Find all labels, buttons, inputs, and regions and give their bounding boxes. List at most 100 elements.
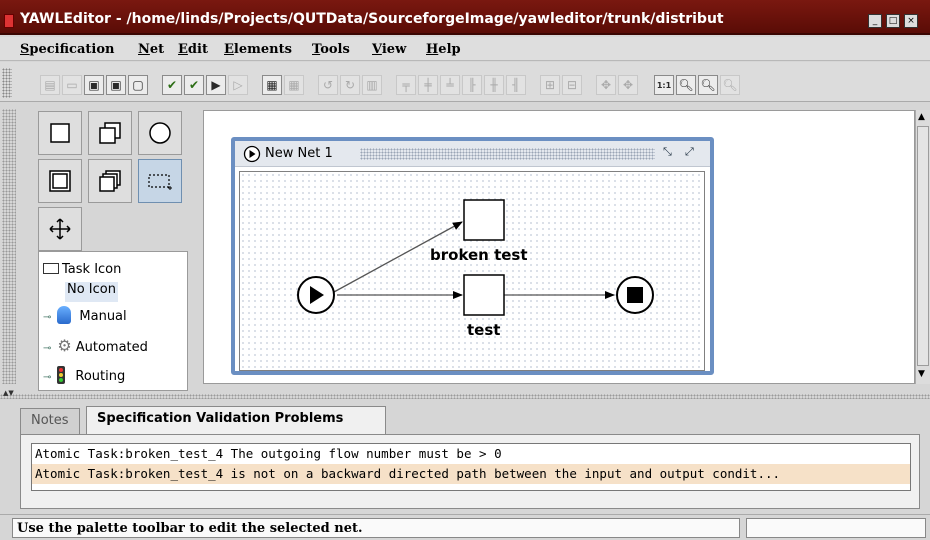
- tab-validation-problems[interactable]: Specification Validation Problems: [86, 406, 386, 434]
- composite-task-tool[interactable]: [88, 111, 132, 155]
- divider-grip: [0, 394, 930, 399]
- tree-item-label: Routing: [75, 369, 126, 384]
- net-graph-area[interactable]: broken test test: [239, 171, 705, 371]
- tree-handle-icon: ⊸: [43, 372, 52, 383]
- tree-handle-icon: ⊸: [43, 343, 52, 354]
- menu-help[interactable]: Help: [426, 42, 461, 57]
- problem-row[interactable]: Atomic Task:broken_test_4 The outgoing f…: [32, 444, 910, 464]
- redo-icon[interactable]: ↻: [340, 75, 360, 95]
- toolbar: ▤ ▭ ▣ ▣ ▢ ✔ ✔ ▶ ▷ ▦ ▦ ↺ ↻ ▥ ╤ ╪ ╧ ╟ ╫ ╢ …: [0, 62, 930, 102]
- task-label-test: test: [467, 321, 501, 339]
- menu-elements[interactable]: Elements: [224, 42, 292, 57]
- increase-size-icon[interactable]: ⊞: [540, 75, 560, 95]
- multiple-composite-task-tool[interactable]: [88, 159, 132, 203]
- task-icon-tree[interactable]: Task Icon No Icon ⊸ Manual ⊸ ⚙ Automated ⊸ R…: [38, 251, 188, 391]
- menu-net[interactable]: Net: [138, 42, 164, 57]
- folder-icon: [43, 263, 59, 274]
- atomic-task-tool[interactable]: [38, 111, 82, 155]
- tree-item-no-icon[interactable]: No Icon: [65, 282, 118, 302]
- problem-list[interactable]: Atomic Task:broken_test_4 The outgoing f…: [31, 443, 911, 491]
- yawl-editor-window: YAWLEditor - /home/linds/Projects/QUTDat…: [0, 0, 930, 540]
- tree-item-label: Automated: [75, 340, 148, 355]
- export-icon[interactable]: ▶: [206, 75, 226, 95]
- undo-icon[interactable]: ↺: [318, 75, 338, 95]
- status-secondary: [746, 518, 926, 538]
- net-title: New Net 1: [265, 146, 333, 161]
- toolbar-grip[interactable]: [2, 68, 12, 98]
- remove-net-icon[interactable]: ▦: [284, 75, 304, 95]
- input-condition[interactable]: [297, 276, 335, 314]
- align-bottom-icon[interactable]: ╧: [440, 75, 460, 95]
- task-label-broken-test: broken test: [430, 246, 528, 264]
- scroll-thumb[interactable]: [917, 126, 929, 366]
- net-internal-frame[interactable]: New Net 1 ⤡ ⤢ broken test test: [231, 137, 714, 375]
- restore-icon[interactable]: ⤡: [663, 145, 672, 159]
- align-left-icon[interactable]: ╟: [462, 75, 482, 95]
- task-broken-test: [463, 199, 505, 241]
- zoom-out-icon[interactable]: 🔍︎: [676, 75, 696, 95]
- status-message: Use the palette toolbar to edit the sele…: [12, 518, 740, 538]
- canvas-vertical-scrollbar[interactable]: ▲ ▼: [915, 110, 930, 384]
- save-as-icon[interactable]: ▣: [106, 75, 126, 95]
- align-top-icon[interactable]: ╤: [396, 75, 416, 95]
- tree-item-automated[interactable]: ⊸ ⚙ Automated: [43, 336, 148, 356]
- left-pane: Task Icon No Icon ⊸ Manual ⊸ ⚙ Automated ⊸ R…: [0, 103, 196, 393]
- validation-problems-panel: Atomic Task:broken_test_4 The outgoing f…: [20, 434, 920, 509]
- validate-icon[interactable]: ✔: [162, 75, 182, 95]
- palette: [38, 111, 186, 251]
- import-icon[interactable]: ▷: [228, 75, 248, 95]
- minimize-icon[interactable]: _: [868, 14, 882, 28]
- menu-edit[interactable]: Edit: [178, 42, 208, 57]
- title-bar[interactable]: YAWLEditor - /home/linds/Projects/QUTDat…: [0, 0, 930, 35]
- condition-tool[interactable]: [138, 111, 182, 155]
- close-spec-icon[interactable]: ▢: [128, 75, 148, 95]
- split-divider[interactable]: ▲▼: [0, 389, 930, 401]
- new-net-icon[interactable]: ▦: [262, 75, 282, 95]
- decrease-size-icon[interactable]: ⊟: [562, 75, 582, 95]
- tree-item-manual[interactable]: ⊸ Manual: [43, 306, 127, 326]
- maximize-net-icon[interactable]: ⤢: [685, 145, 694, 159]
- gears-icon: ⚙: [57, 336, 72, 355]
- zoom-in-icon[interactable]: 🔍︎: [698, 75, 718, 95]
- open-spec-icon[interactable]: ▭: [62, 75, 82, 95]
- menu-bar: Specification Net Edit Elements Tools Vi…: [0, 37, 930, 61]
- new-spec-icon[interactable]: ▤: [40, 75, 60, 95]
- scroll-up-icon[interactable]: ▲: [918, 112, 925, 122]
- tree-root-label: Task Icon: [62, 262, 122, 277]
- zoom-reset-icon[interactable]: 🔍︎: [720, 75, 740, 95]
- palette-grip[interactable]: [2, 109, 16, 384]
- align-middle-icon[interactable]: ╪: [418, 75, 438, 95]
- delete-icon[interactable]: ▥: [362, 75, 382, 95]
- multi-double-square-icon: [99, 170, 121, 192]
- maximize-icon[interactable]: □: [886, 14, 900, 28]
- menu-tools[interactable]: Tools: [312, 42, 350, 57]
- multiple-atomic-task-tool[interactable]: [38, 159, 82, 203]
- zoom-actual-icon[interactable]: 1:1: [654, 75, 674, 95]
- collapse-arrows-icon[interactable]: ▲▼: [3, 389, 14, 397]
- net-frame-header[interactable]: New Net 1 ⤡ ⤢: [235, 141, 710, 167]
- marquee-select-tool[interactable]: [138, 159, 182, 203]
- tree-root[interactable]: Task Icon: [43, 262, 121, 282]
- multi-square-icon: [49, 170, 71, 192]
- move-icon: [49, 218, 71, 240]
- zoom-fit-icon[interactable]: ✥: [618, 75, 638, 95]
- scroll-down-icon[interactable]: ▼: [918, 369, 925, 379]
- menu-view[interactable]: View: [372, 42, 406, 57]
- marquee-icon: [148, 174, 172, 190]
- save-icon[interactable]: ▣: [84, 75, 104, 95]
- align-center-icon[interactable]: ╫: [484, 75, 504, 95]
- tree-item-routing[interactable]: ⊸ Routing: [43, 366, 125, 386]
- double-square-icon: [99, 122, 121, 144]
- problem-row-selected[interactable]: Atomic Task:broken_test_4 is not on a ba…: [32, 464, 910, 484]
- analyse-icon[interactable]: ✔: [184, 75, 204, 95]
- window-title: YAWLEditor - /home/linds/Projects/QUTDat…: [20, 11, 724, 27]
- output-condition[interactable]: [616, 276, 654, 314]
- drag-net-tool[interactable]: [38, 207, 82, 251]
- menu-specification[interactable]: Specification: [20, 42, 114, 57]
- zoom-selected-icon[interactable]: ✥: [596, 75, 616, 95]
- net-header-grip: [360, 148, 655, 160]
- close-icon[interactable]: ×: [904, 14, 918, 28]
- tab-notes[interactable]: Notes: [20, 408, 80, 434]
- align-right-icon[interactable]: ╢: [506, 75, 526, 95]
- net-graph: [297, 199, 654, 316]
